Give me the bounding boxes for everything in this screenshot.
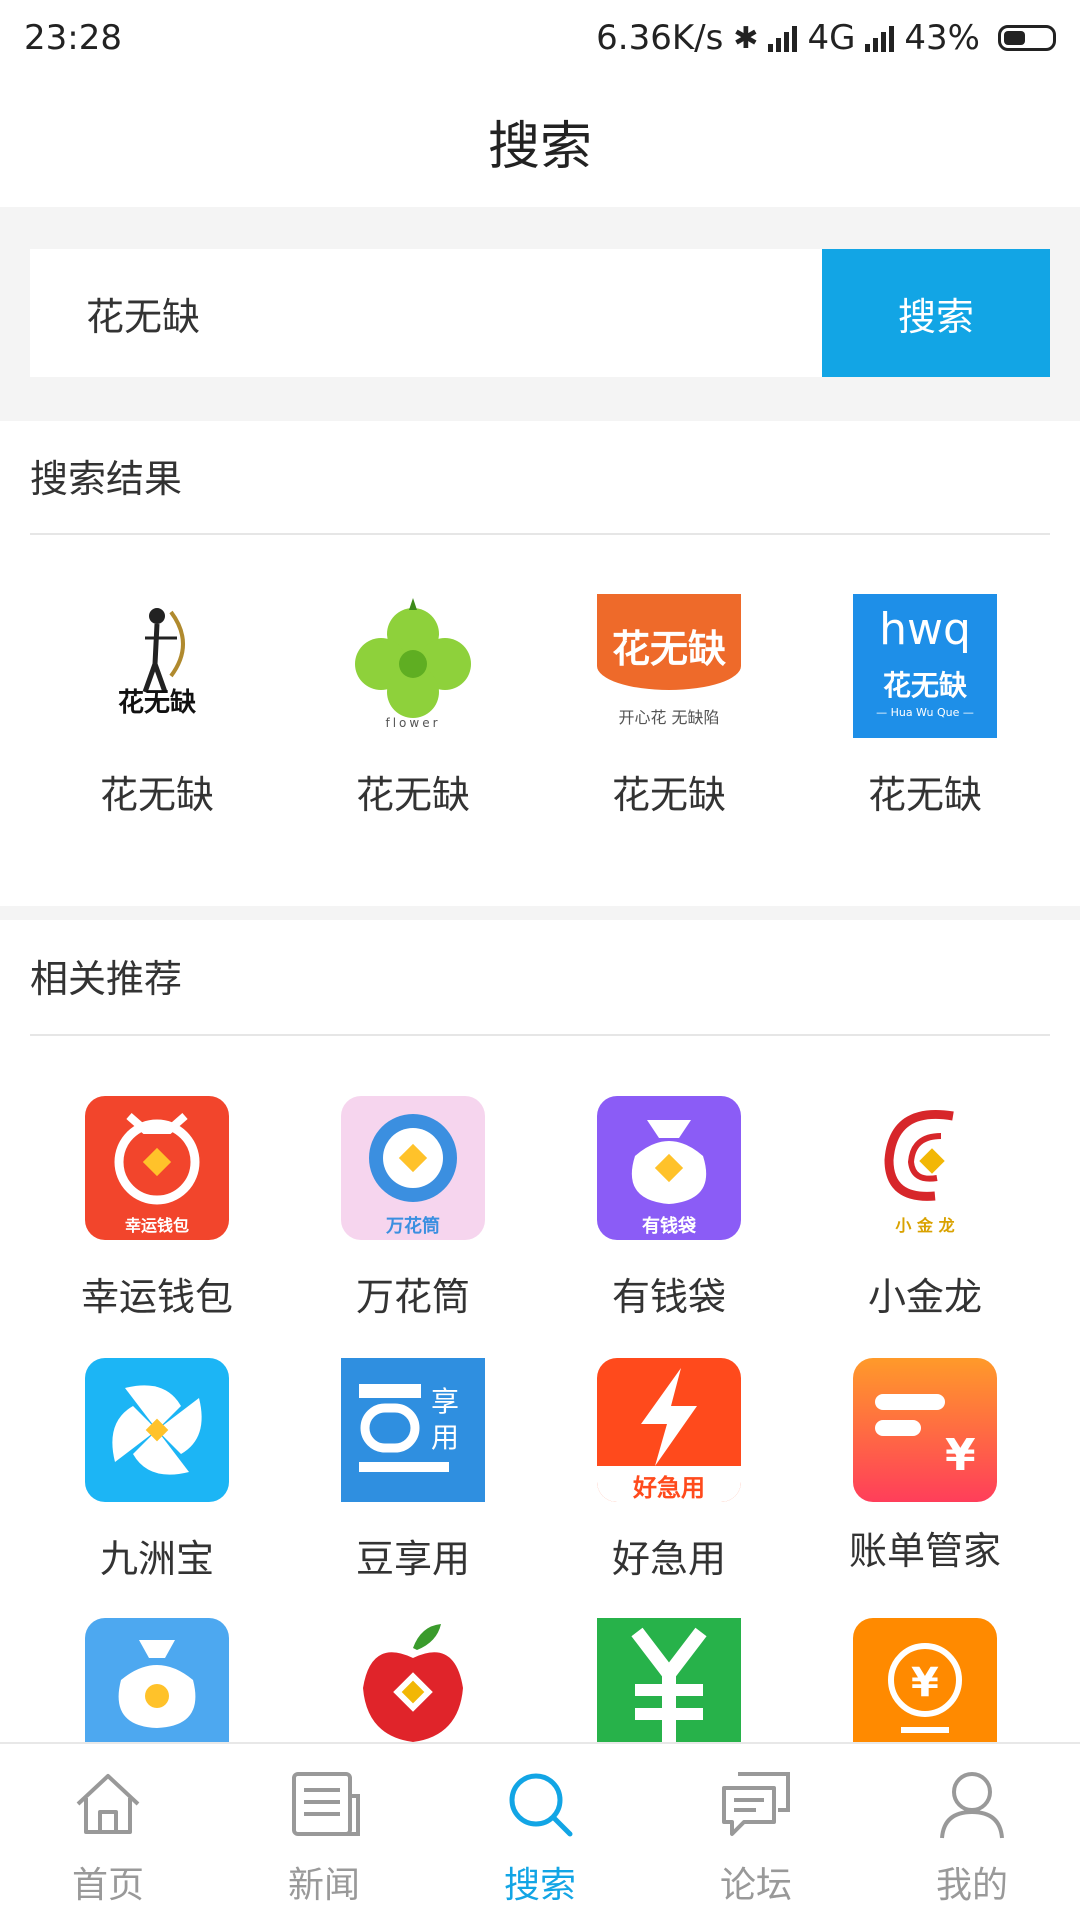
section-separator: [0, 906, 1080, 920]
status-bar: 23:28 6.36K/s ✱ 4G 43%: [0, 0, 1080, 76]
recommend-label: 万花筒: [355, 1275, 470, 1319]
bottom-nav: 首页 新闻 搜索 论坛 我的: [0, 1742, 1080, 1922]
nav-label: 新闻: [287, 1865, 360, 1906]
battery-percent: 43%: [904, 18, 980, 58]
signal-icon: [768, 24, 798, 52]
logo-sub: 开心花 无缺陷: [618, 708, 720, 727]
search-query: 花无缺: [86, 294, 201, 339]
nav-item-search[interactable]: 搜索: [432, 1744, 648, 1922]
recommend-item[interactable]: [303, 1618, 523, 1742]
network-type: 4G: [807, 18, 856, 58]
logo-text: 花无缺: [882, 669, 967, 702]
money-bag-purple-icon: 有钱袋: [597, 1096, 741, 1240]
yen-orange-icon: ¥: [853, 1618, 997, 1742]
nav-label: 论坛: [719, 1865, 792, 1906]
logo-text: 好急用: [633, 1474, 705, 1502]
yen-green-icon: [597, 1618, 741, 1742]
status-indicators: 6.36K/s ✱ 4G 43%: [596, 18, 1056, 58]
status-time: 23:28: [24, 18, 122, 58]
result-item[interactable]: hwq 花无缺 — Hua Wu Que — 花无缺: [815, 594, 1035, 819]
recommend-label: 有钱袋: [611, 1275, 726, 1319]
red-apple-icon: [341, 1618, 485, 1742]
divider: [30, 1034, 1050, 1036]
search-input[interactable]: 花无缺: [30, 249, 822, 377]
recommend-item[interactable]: [559, 1618, 779, 1742]
recommend-item[interactable]: 享用 豆享用: [303, 1358, 523, 1583]
result-item[interactable]: 花无缺 开心花 无缺陷 花无缺: [559, 594, 779, 819]
bluetooth-icon: ✱: [733, 20, 759, 56]
results-title: 搜索结果: [30, 457, 183, 501]
kaleidoscope-icon: 万花筒: [341, 1096, 485, 1240]
forum-icon: [722, 1772, 790, 1836]
logo-text: flower: [385, 716, 441, 730]
svg-text:¥: ¥: [911, 1660, 939, 1706]
result-item[interactable]: 花无缺 花无缺: [47, 594, 267, 819]
recommend-label: 九洲宝: [99, 1537, 214, 1581]
lightning-icon: 好急用: [597, 1358, 741, 1502]
bill-manager-icon: ¥: [853, 1358, 997, 1502]
golden-dragon-icon: 小 金 龙: [853, 1096, 997, 1240]
recommend-item[interactable]: 幸运钱包 幸运钱包: [47, 1096, 267, 1321]
net-speed: 6.36K/s: [596, 18, 724, 58]
recommend-label: 幸运钱包: [80, 1275, 233, 1319]
recommend-label: 好急用: [611, 1537, 726, 1581]
money-bag-blue-icon: [85, 1618, 229, 1742]
search-area: 花无缺 搜索: [0, 207, 1080, 421]
result-label: 花无缺: [355, 773, 470, 817]
recommend-grid: 幸运钱包 幸运钱包 万花筒 万花筒 有钱袋 有钱袋 小 金 龙 小金龙 九洲宝 …: [0, 1096, 1080, 1742]
recommend-item[interactable]: 万花筒 万花筒: [303, 1096, 523, 1321]
nav-item-forum[interactable]: 论坛: [648, 1744, 864, 1922]
result-label: 花无缺: [99, 773, 214, 817]
recommend-label: 豆享用: [355, 1537, 470, 1581]
recommend-item[interactable]: ¥ 账单管家: [815, 1358, 1035, 1575]
recommend-label: 小金龙: [867, 1275, 982, 1319]
logo-text: 花无缺: [611, 627, 726, 671]
search-button-label: 搜索: [897, 294, 974, 339]
result-label: 花无缺: [611, 773, 726, 817]
dou-xiangyong-icon: 享用: [341, 1358, 485, 1502]
nav-label: 首页: [71, 1865, 144, 1906]
battery-icon: [998, 25, 1056, 51]
home-icon: [76, 1774, 140, 1834]
nav-label: 搜索: [503, 1865, 576, 1906]
header: 搜索: [0, 76, 1080, 206]
logo-text: 幸运钱包: [124, 1216, 189, 1235]
recommend-item[interactable]: 好急用 好急用: [559, 1358, 779, 1583]
recommend-item[interactable]: 有钱袋 有钱袋: [559, 1096, 779, 1321]
logo-sub: — Hua Wu Que —: [876, 706, 974, 719]
archer-logo-icon: 花无缺: [85, 594, 229, 738]
result-label: 花无缺: [867, 773, 982, 817]
logo-text: 万花筒: [386, 1216, 440, 1237]
search-button[interactable]: 搜索: [822, 249, 1050, 377]
page-title: 搜索: [487, 116, 592, 177]
clover-flower-icon: flower: [341, 594, 485, 738]
nav-item-home[interactable]: 首页: [0, 1744, 216, 1922]
news-icon: [292, 1772, 360, 1836]
nav-label: 我的: [935, 1865, 1008, 1906]
recommend-item[interactable]: 小 金 龙 小金龙: [815, 1096, 1035, 1321]
logo-top: hwq: [879, 604, 971, 655]
logo-text: 有钱袋: [642, 1216, 696, 1237]
hwq-blue-icon: hwq 花无缺 — Hua Wu Que —: [853, 594, 997, 738]
pinwheel-icon: [85, 1358, 229, 1502]
logo-text: 花无缺: [117, 688, 196, 718]
nav-item-profile[interactable]: 我的: [864, 1744, 1080, 1922]
signal-icon-2: [865, 24, 895, 52]
svg-text:¥: ¥: [945, 1430, 976, 1481]
logo-text: 小 金 龙: [895, 1216, 955, 1235]
logo-text: 享用: [430, 1385, 459, 1454]
recommend-item[interactable]: [47, 1618, 267, 1742]
lucky-wallet-icon: 幸运钱包: [85, 1096, 229, 1240]
recommend-title: 相关推荐: [30, 957, 183, 1001]
search-icon: [509, 1773, 573, 1837]
orange-logo-icon: 花无缺 开心花 无缺陷: [597, 594, 741, 738]
recommend-item[interactable]: 九洲宝: [47, 1358, 267, 1583]
nav-item-news[interactable]: 新闻: [216, 1744, 432, 1922]
recommend-label: 账单管家: [848, 1529, 1001, 1573]
profile-icon: [940, 1772, 1004, 1839]
recommend-item[interactable]: ¥: [815, 1618, 1035, 1742]
result-item[interactable]: flower 花无缺: [303, 594, 523, 819]
divider: [30, 533, 1050, 535]
